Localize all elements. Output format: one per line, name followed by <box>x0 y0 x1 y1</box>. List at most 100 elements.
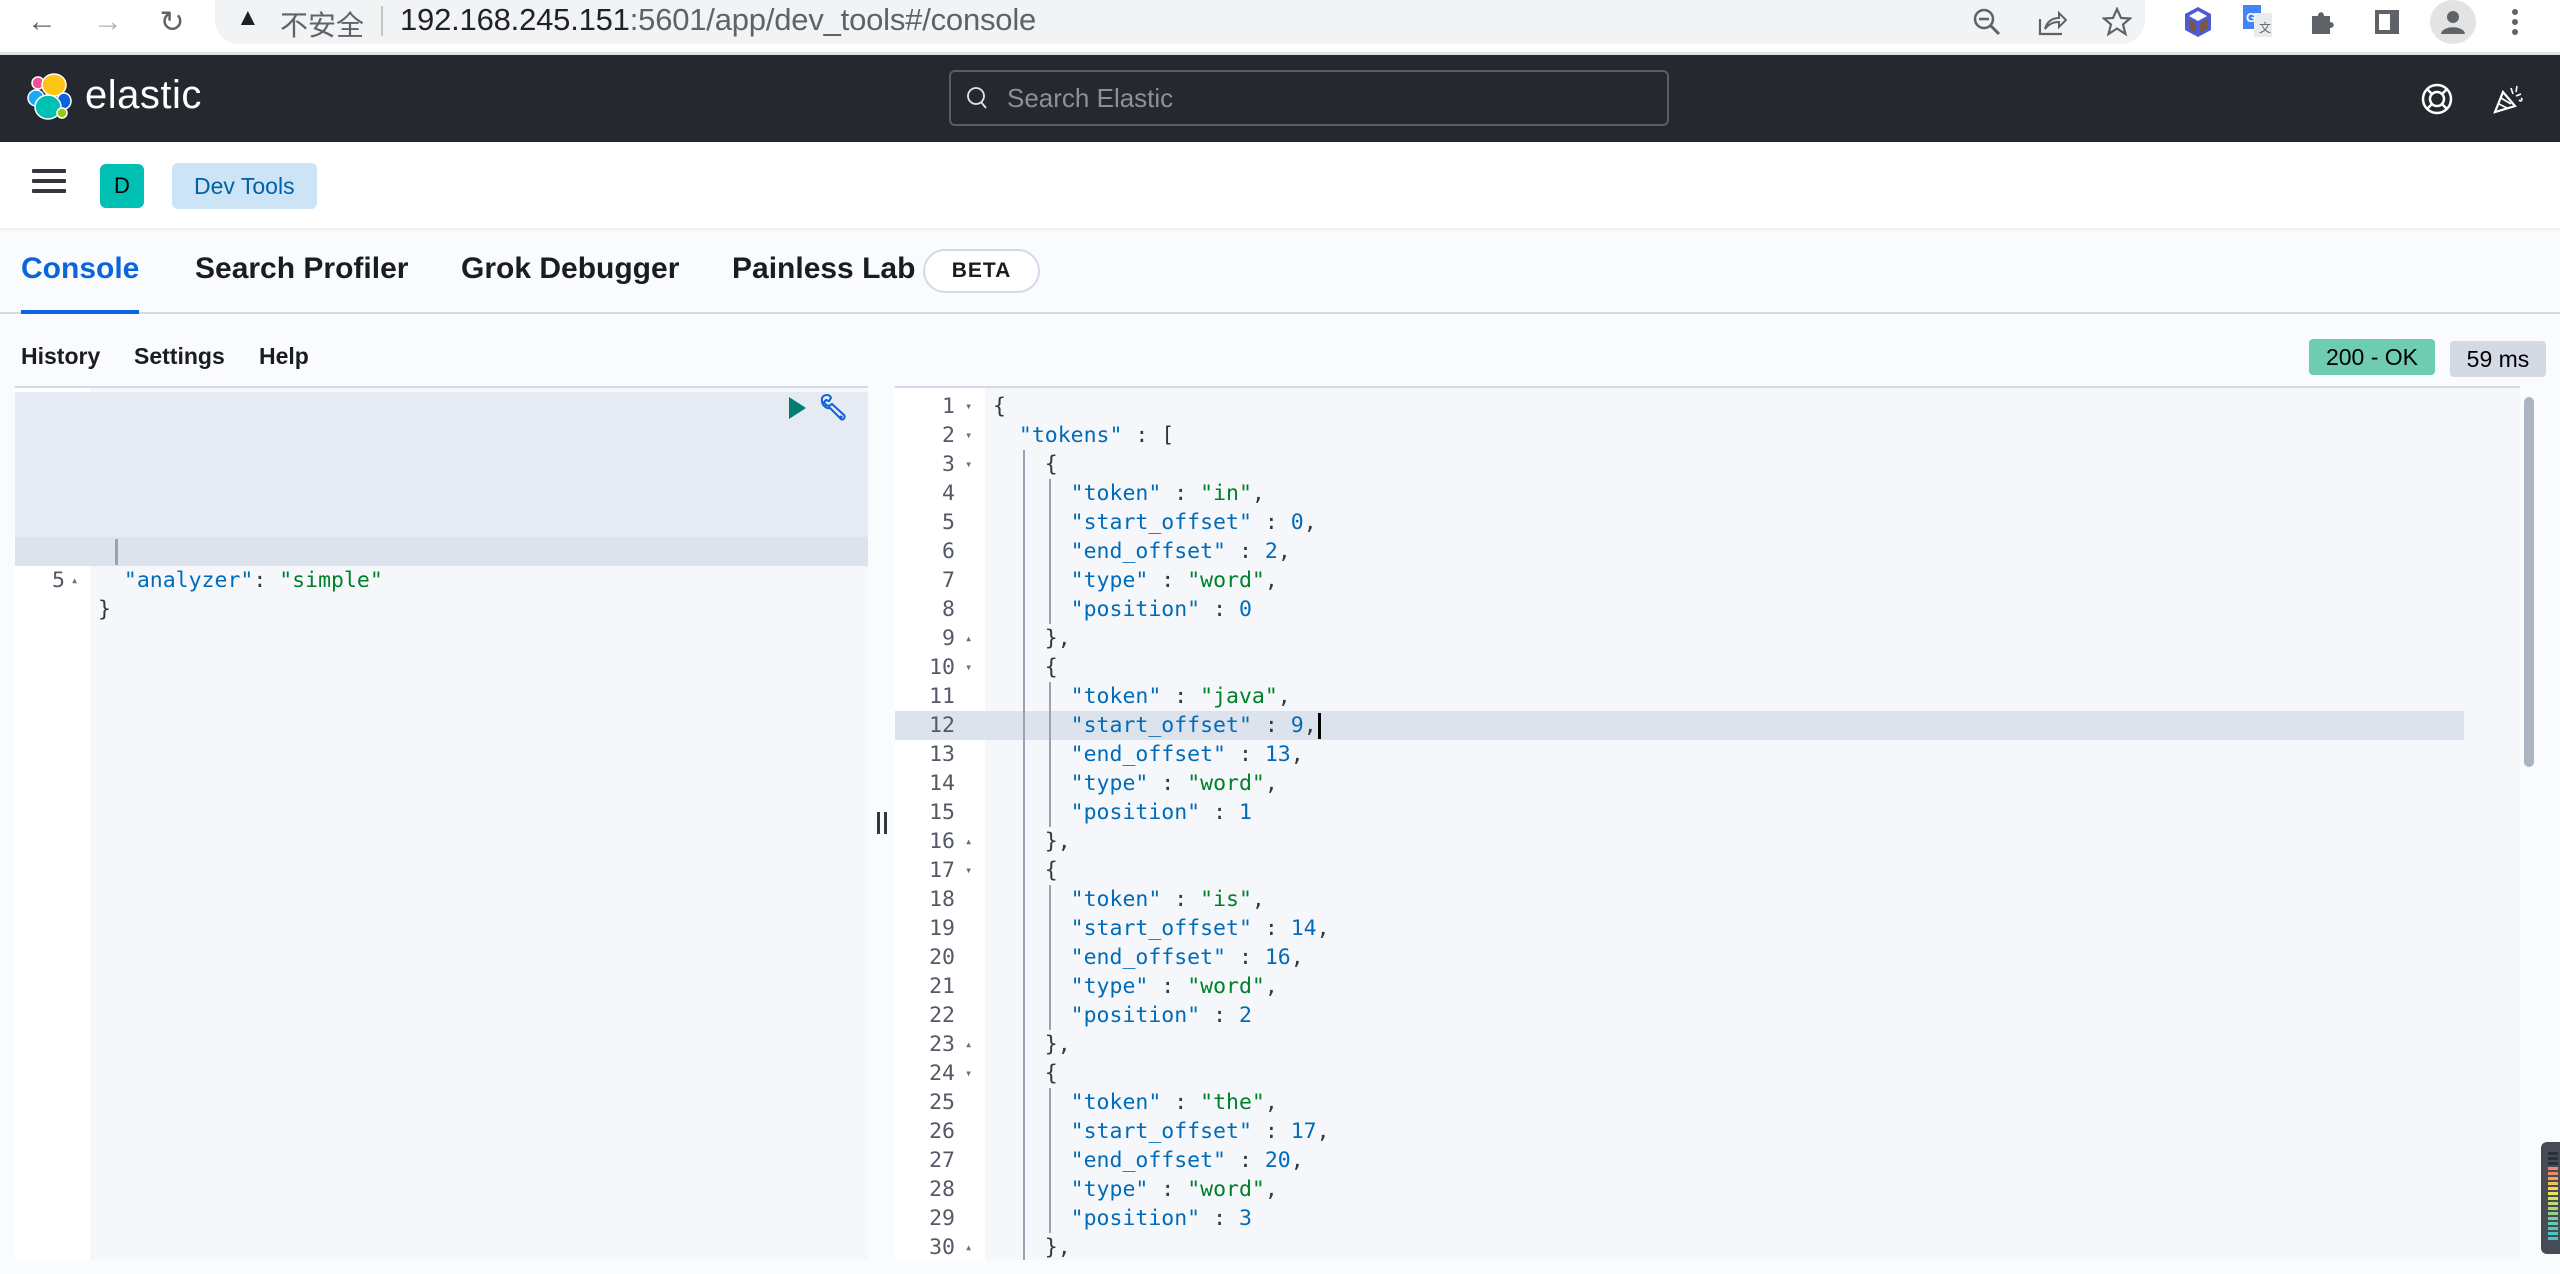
fold-open-icon[interactable]: ▾ <box>965 653 972 682</box>
response-line[interactable]: 15 "position" : 1 <box>895 798 2520 827</box>
extension-cube-icon[interactable] <box>2178 2 2218 42</box>
logo-text[interactable]: elastic <box>85 73 202 118</box>
fold-close-icon[interactable]: ▴ <box>71 566 78 595</box>
fold-close-icon[interactable]: ▴ <box>965 1233 972 1260</box>
indent-guide <box>1023 537 1025 566</box>
line-number: 12 <box>929 713 955 738</box>
help-button[interactable]: Help <box>259 343 309 370</box>
request-line[interactable]: 1 GET _analyze <box>15 392 868 477</box>
request-line[interactable]: 4 "analyzer": "simple" <box>15 508 868 593</box>
response-line[interactable]: 22 "position" : 2 <box>895 1001 2520 1030</box>
response-line[interactable]: 16 ▴ }, <box>895 827 2520 856</box>
response-line[interactable]: 28 "type" : "word", <box>895 1175 2520 1204</box>
breadcrumb-dev-tools[interactable]: Dev Tools <box>172 163 317 209</box>
news-icon[interactable] <box>2486 77 2530 121</box>
indent-guide <box>1049 508 1051 537</box>
insecure-label[interactable]: 不安全 <box>280 4 364 44</box>
indent-guide <box>1023 653 1025 682</box>
fold-open-icon[interactable]: ▾ <box>965 392 972 421</box>
response-line-code: "tokens" : [ <box>1018 423 1175 448</box>
response-line[interactable]: 5 "start_offset" : 0, <box>895 508 2520 537</box>
response-line-code: "position" : 2 <box>1070 1003 1252 1028</box>
forward-icon[interactable]: → <box>88 2 128 42</box>
response-line[interactable]: 2 ▾ "tokens" : [ <box>895 421 2520 450</box>
response-line[interactable]: 13 "end_offset" : 13, <box>895 740 2520 769</box>
response-line[interactable]: 19 "start_offset" : 14, <box>895 914 2520 943</box>
line-number: 24 <box>929 1061 955 1086</box>
response-line[interactable]: 18 "token" : "is", <box>895 885 2520 914</box>
elastic-logo-icon[interactable] <box>26 73 76 123</box>
share-icon[interactable] <box>2032 2 2072 42</box>
request-editor[interactable]: 1 GET _analyze 2▾ { 3 "text":"In 2020, J… <box>15 386 868 1260</box>
search-input[interactable] <box>1007 80 1647 116</box>
response-line[interactable]: 20 "end_offset" : 16, <box>895 943 2520 972</box>
indent-guide <box>1049 479 1051 508</box>
tab-console[interactable]: Console <box>21 252 140 314</box>
fold-open-icon[interactable]: ▾ <box>965 421 972 450</box>
space-avatar[interactable]: D <box>100 164 144 208</box>
warning-icon[interactable]: ▲ <box>236 4 260 32</box>
wrench-icon[interactable] <box>817 392 849 424</box>
fold-close-icon[interactable]: ▴ <box>965 624 972 653</box>
response-line[interactable]: 4 "token" : "in", <box>895 479 2520 508</box>
response-line[interactable]: 12 "start_offset" : 9, <box>895 711 2464 740</box>
request-line[interactable]: 2▾ { <box>15 421 868 506</box>
response-line[interactable]: 30 ▴ }, <box>895 1233 2520 1260</box>
indent-guide <box>1023 1088 1025 1117</box>
response-line[interactable]: 8 "position" : 0 <box>895 595 2520 624</box>
zoom-out-icon[interactable] <box>1967 2 2007 42</box>
response-line-code: "type" : "word", <box>1070 568 1278 593</box>
meter-bar <box>2548 1212 2558 1215</box>
tab-painless-lab[interactable]: Painless Lab <box>732 252 915 312</box>
response-line[interactable]: 24 ▾ { <box>895 1059 2520 1088</box>
profile-icon[interactable] <box>2430 0 2476 44</box>
response-line[interactable]: 7 "type" : "word", <box>895 566 2520 595</box>
bookmark-star-icon[interactable] <box>2097 2 2137 42</box>
line-number: 22 <box>929 1003 955 1028</box>
more-menu-icon[interactable] <box>2495 2 2535 42</box>
response-line[interactable]: 14 "type" : "word", <box>895 769 2520 798</box>
help-icon[interactable] <box>2415 77 2459 121</box>
response-line[interactable]: 9 ▴ }, <box>895 624 2520 653</box>
response-line[interactable]: 26 "start_offset" : 17, <box>895 1117 2520 1146</box>
response-line[interactable]: 25 "token" : "the", <box>895 1088 2520 1117</box>
fold-close-icon[interactable]: ▴ <box>965 1030 972 1059</box>
side-panel-icon[interactable] <box>2367 2 2407 42</box>
extension-widget[interactable] <box>2541 1142 2560 1254</box>
tab-grok-debugger[interactable]: Grok Debugger <box>461 252 679 312</box>
line-number: 2 <box>942 423 955 448</box>
pane-resize-handle[interactable] <box>877 812 887 836</box>
request-line[interactable]: 3 "text":"In 2020, Java is the best lang… <box>15 450 868 535</box>
fold-close-icon[interactable]: ▴ <box>965 827 972 856</box>
response-line[interactable]: 6 "end_offset" : 2, <box>895 537 2520 566</box>
settings-button[interactable]: Settings <box>134 343 225 370</box>
history-button[interactable]: History <box>21 343 100 370</box>
response-line[interactable]: 1 ▾ { <box>895 392 2520 421</box>
fold-open-icon[interactable]: ▾ <box>965 450 972 479</box>
response-line[interactable]: 29 "position" : 3 <box>895 1204 2520 1233</box>
tab-search-profiler[interactable]: Search Profiler <box>195 252 408 312</box>
extensions-puzzle-icon[interactable] <box>2303 2 2343 42</box>
response-editor[interactable]: 1 ▾{2 ▾ "tokens" : [3 ▾ {4 "token" : "in", 5… <box>895 386 2520 1260</box>
request-line[interactable]: 5 ▴ } <box>15 537 868 622</box>
response-line[interactable]: 11 "token" : "java", <box>895 682 2520 711</box>
back-icon[interactable]: ← <box>22 2 62 42</box>
response-line[interactable]: 17 ▾ { <box>895 856 2520 885</box>
menu-toggle-icon[interactable] <box>32 169 66 199</box>
response-line[interactable]: 21 "type" : "word", <box>895 972 2520 1001</box>
request-line-wrap[interactable]: world.", <box>15 479 868 535</box>
fold-open-icon[interactable]: ▾ <box>965 856 972 885</box>
response-line[interactable]: 23 ▴ }, <box>895 1030 2520 1059</box>
global-search[interactable] <box>949 70 1669 126</box>
google-translate-icon[interactable]: G文 <box>2238 2 2278 42</box>
response-line[interactable]: 3 ▾ { <box>895 450 2520 479</box>
response-line-code: { <box>993 394 1006 419</box>
send-request-icon[interactable] <box>787 396 807 420</box>
fold-open-icon[interactable]: ▾ <box>965 1059 972 1088</box>
indent-guide <box>1049 885 1051 914</box>
reload-icon[interactable]: ↻ <box>152 2 192 42</box>
response-line[interactable]: 10 ▾ { <box>895 653 2520 682</box>
url-text[interactable]: 192.168.245.151:5601/app/dev_tools#/cons… <box>400 2 1036 38</box>
response-scrollbar[interactable] <box>2524 397 2534 767</box>
response-line[interactable]: 27 "end_offset" : 20, <box>895 1146 2520 1175</box>
